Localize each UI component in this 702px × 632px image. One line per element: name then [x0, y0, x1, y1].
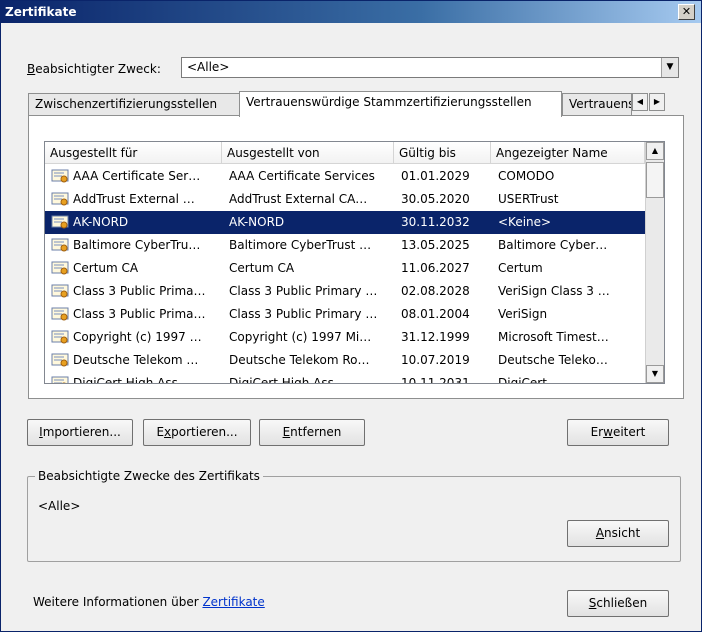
cell-friendly: Microsoft Timest…: [498, 330, 609, 344]
cell-valid-until: 30.11.2032: [401, 215, 470, 229]
chevron-down-icon[interactable]: ▼: [661, 58, 678, 77]
cell-friendly: Baltimore Cyber…: [498, 238, 608, 252]
certificate-icon: [51, 191, 69, 207]
close-icon: ✕: [681, 5, 692, 18]
certificate-icon: [51, 283, 69, 299]
certificates-help-link[interactable]: Zertifikate: [202, 595, 264, 609]
certificate-row[interactable]: Class 3 Public Prima… Class 3 Public Prim…: [45, 280, 645, 303]
cell-issued-to: AddTrust External …: [73, 192, 195, 206]
cell-issued-to: AK-NORD: [73, 215, 129, 229]
cell-issued-by: Copyright (c) 1997 Mi…: [229, 330, 372, 344]
cell-issued-to: Class 3 Public Prima…: [73, 307, 206, 321]
tab-trusted-publishers[interactable]: Vertrauenswürdige Herausgeber: [562, 93, 632, 116]
certificate-row[interactable]: AAA Certificate Ser… AAA Certificate Serv…: [45, 165, 645, 188]
cell-issued-by: Class 3 Public Primary …: [229, 284, 378, 298]
certificate-icon: [51, 329, 69, 345]
certificate-row[interactable]: Class 3 Public Prima… Class 3 Public Prim…: [45, 303, 645, 326]
tab-intermediate[interactable]: Zwischenzertifizierungsstellen: [28, 93, 240, 116]
cell-friendly: USERTrust: [498, 192, 559, 206]
certificate-row[interactable]: Certum CA Certum CA 11.06.2027 Certum: [45, 257, 645, 280]
cell-friendly: Certum: [498, 261, 543, 275]
cell-issued-by: AAA Certificate Services: [229, 169, 375, 183]
cell-issued-by: Baltimore CyberTrust …: [229, 238, 372, 252]
cell-issued-by: Certum CA: [229, 261, 295, 275]
cell-issued-to: Copyright (c) 1997 …: [73, 330, 202, 344]
cell-issued-to: AAA Certificate Ser…: [73, 169, 201, 183]
cell-issued-to: Deutsche Telekom …: [73, 353, 199, 367]
certificate-icon: [51, 306, 69, 322]
certificates-dialog: Zertifikate ✕ Beabsichtigter Zweck: <All…: [0, 0, 702, 632]
cell-issued-by: AddTrust External CA…: [229, 192, 368, 206]
cell-friendly: DigiCert: [498, 376, 547, 384]
cell-valid-until: 10.11.2031: [401, 376, 470, 384]
export-button[interactable]: Exportieren...: [143, 419, 251, 446]
window-title: Zertifikate: [5, 5, 77, 19]
purpose-label: Beabsichtigter Zweck:: [27, 62, 161, 76]
certificate-icon: [51, 375, 69, 383]
certificate-row[interactable]: Deutsche Telekom … Deutsche Telekom Ro… 10…: [45, 349, 645, 372]
import-button[interactable]: Importieren...: [27, 419, 133, 446]
cell-friendly: Deutsche Teleko…: [498, 353, 608, 367]
cell-friendly: <Keine>: [498, 215, 552, 229]
remove-button[interactable]: Entfernen: [259, 419, 365, 446]
certificate-icon: [51, 168, 69, 184]
cell-issued-to: Class 3 Public Prima…: [73, 284, 206, 298]
cell-issued-by: DigiCert High Ass…: [229, 376, 346, 384]
certificate-list[interactable]: Ausgestellt für Ausgestellt von Gültig b…: [44, 141, 665, 384]
cell-issued-by: AK-NORD: [229, 215, 285, 229]
certificate-row[interactable]: DigiCert High Ass… DigiCert High Ass… 10.1…: [45, 372, 645, 384]
list-header: Ausgestellt für Ausgestellt von Gültig b…: [45, 142, 645, 164]
cell-valid-until: 31.12.1999: [401, 330, 470, 344]
cell-issued-to: DigiCert High Ass…: [73, 376, 190, 384]
view-button[interactable]: Ansicht: [567, 520, 669, 547]
column-issued-by[interactable]: Ausgestellt von: [222, 142, 394, 164]
tab-strip: Zwischenzertifizierungsstellen Vertrauen…: [28, 91, 668, 117]
certificate-row[interactable]: AddTrust External … AddTrust External CA……: [45, 188, 645, 211]
cell-friendly: VeriSign Class 3 …: [498, 284, 610, 298]
cell-issued-to: Certum CA: [73, 261, 139, 275]
purpose-select[interactable]: <Alle> ▼: [181, 57, 679, 78]
cell-issued-to: Baltimore CyberTru…: [73, 238, 201, 252]
scroll-up-icon[interactable]: ▲: [646, 142, 664, 160]
scroll-down-icon[interactable]: ▼: [646, 365, 664, 383]
purposes-group-title: Beabsichtigte Zwecke des Zertifikats: [35, 469, 263, 483]
certificate-icon: [51, 214, 69, 230]
certificate-row[interactable]: AK-NORD AK-NORD 30.11.2032 <Keine>: [45, 211, 645, 234]
cell-issued-by: Class 3 Public Primary …: [229, 307, 378, 321]
column-issued-to[interactable]: Ausgestellt für: [45, 142, 222, 164]
advanced-button[interactable]: Erweitert: [567, 419, 669, 446]
purposes-group-value: <Alle>: [38, 499, 81, 513]
list-rows: AAA Certificate Ser… AAA Certificate Serv…: [45, 165, 645, 384]
title-bar: Zertifikate ✕: [1, 1, 701, 23]
close-window-button[interactable]: ✕: [678, 4, 695, 20]
tab-trusted-root[interactable]: Vertrauenswürdige Stammzertifizierungsst…: [239, 91, 562, 117]
footer-info: Weitere Informationen über Zertifikate: [33, 595, 265, 609]
tab-scroll-right-icon[interactable]: ▶: [649, 93, 665, 111]
cell-valid-until: 13.05.2025: [401, 238, 470, 252]
cell-valid-until: 02.08.2028: [401, 284, 470, 298]
tab-scroll-left-icon[interactable]: ◀: [632, 93, 648, 111]
cell-valid-until: 11.06.2027: [401, 261, 470, 275]
purpose-select-value: <Alle>: [187, 60, 230, 74]
scroll-thumb[interactable]: [646, 162, 664, 198]
purposes-groupbox: [27, 476, 681, 562]
cell-valid-until: 08.01.2004: [401, 307, 470, 321]
certificate-icon: [51, 260, 69, 276]
certificate-row[interactable]: Baltimore CyberTru… Baltimore CyberTrust …: [45, 234, 645, 257]
cell-valid-until: 01.01.2029: [401, 169, 470, 183]
cell-issued-by: Deutsche Telekom Ro…: [229, 353, 370, 367]
close-button[interactable]: Schließen: [567, 590, 669, 617]
column-valid-until[interactable]: Gültig bis: [394, 142, 491, 164]
cell-valid-until: 30.05.2020: [401, 192, 470, 206]
certificate-icon: [51, 237, 69, 253]
column-friendly-name[interactable]: Angezeigter Name: [491, 142, 645, 164]
cell-friendly: VeriSign: [498, 307, 548, 321]
certificate-icon: [51, 352, 69, 368]
certificate-row[interactable]: Copyright (c) 1997 … Copyright (c) 1997 M…: [45, 326, 645, 349]
cell-friendly: COMODO: [498, 169, 555, 183]
cell-valid-until: 10.07.2019: [401, 353, 470, 367]
list-scrollbar[interactable]: ▲ ▼: [645, 142, 664, 383]
